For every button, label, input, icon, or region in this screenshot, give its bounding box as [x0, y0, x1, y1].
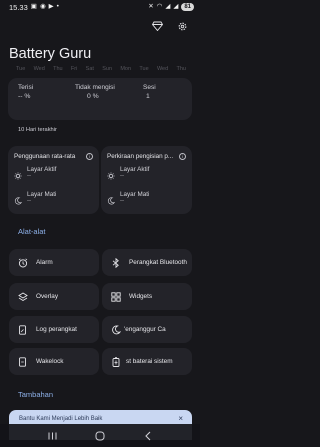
banner-text: Bantu Kami Menjadi Lebih Baik — [19, 416, 103, 422]
chart-day-ticks: Tue Wed Thu Fri Sat Sun Mon Tue Wed Thu — [16, 66, 186, 72]
wifi-icon: ◠ — [156, 2, 163, 10]
home-icon[interactable] — [93, 430, 107, 442]
tool-system-battery-stats[interactable]: st baterai sistem — [102, 348, 192, 375]
period-label: 10 Hari terakhir — [18, 127, 57, 133]
wakelock-icon — [17, 356, 28, 367]
chart-tick-label: Wed — [33, 66, 45, 72]
screen-on-label: Layar Aktif — [27, 166, 57, 173]
moon-icon — [14, 192, 24, 210]
chart-tick-label: Wed — [156, 66, 169, 72]
tool-label: st baterai sistem — [126, 358, 173, 365]
close-icon[interactable]: × — [178, 414, 183, 423]
chart-tick-label: Mon — [120, 66, 132, 72]
not-charging-value: 0 % — [87, 93, 99, 100]
tool-label: Alarm — [36, 259, 53, 266]
more-dot-icon: • — [56, 2, 59, 10]
extra-section-title: Tambahan — [18, 390, 54, 399]
chart-tick-label: Thu — [53, 66, 63, 72]
chart-tick-label: Fri — [70, 66, 78, 72]
charge-estimate-title: Perkiraan pengisian p... — [107, 153, 174, 160]
app-title: Battery Guru — [9, 46, 92, 62]
moon-icon — [107, 192, 117, 210]
signal-icon: ◢ — [165, 2, 171, 10]
tool-device-log[interactable]: Log perangkat — [9, 316, 99, 343]
session-label: Sesi — [143, 84, 156, 91]
sun-icon — [107, 167, 117, 185]
chart-tick-label: Tue — [16, 66, 26, 72]
premium-diamond-icon[interactable] — [149, 18, 165, 34]
tool-label: Perangkat Bluetooth — [129, 259, 187, 266]
screen-off-value: -- — [120, 198, 124, 205]
charged-value: -- % — [18, 93, 31, 100]
tool-label: Widgets — [129, 293, 153, 300]
idle-moon-icon — [110, 324, 121, 335]
sun-icon — [14, 167, 24, 185]
layers-icon — [17, 291, 28, 302]
screen-on-value: -- — [120, 173, 124, 180]
info-icon[interactable]: i — [179, 153, 186, 160]
tool-alarm[interactable]: Alarm — [9, 249, 99, 276]
charge-estimate-card[interactable]: Perkiraan pengisian p... i Layar Aktif -… — [101, 146, 192, 214]
average-usage-card[interactable]: Penggunaan rata-rata i Layar Aktif -- La… — [8, 146, 99, 214]
tools-section-title: Alat-alat — [18, 227, 46, 236]
chart-tick-label: Sun — [102, 66, 113, 72]
not-charging-label: Tidak mengisi — [75, 84, 115, 91]
settings-gear-icon[interactable] — [174, 18, 190, 34]
bluetooth-icon — [110, 257, 121, 268]
mute-icon: ✕ — [148, 2, 154, 10]
session-value: 1 — [146, 93, 150, 100]
chart-tick-label: Tue — [139, 66, 149, 72]
tool-bluetooth[interactable]: Perangkat Bluetooth — [102, 249, 192, 276]
tool-label: 'enganggur Ca — [124, 326, 166, 333]
battery-stats-icon — [110, 356, 121, 367]
tool-idle[interactable]: 'enganggur Ca — [102, 316, 192, 343]
screen-on-value: -- — [27, 173, 31, 180]
average-usage-title: Penggunaan rata-rata — [14, 153, 76, 160]
charged-label: Terisi — [18, 84, 34, 91]
chart-tick-label: Thu — [176, 66, 186, 72]
recent-apps-icon[interactable] — [45, 430, 59, 442]
tool-wakelock[interactable]: Wakelock — [9, 348, 99, 375]
tool-label: Wakelock — [36, 358, 64, 365]
tool-overlay[interactable]: Overlay — [9, 283, 99, 310]
screen-on-label: Layar Aktif — [120, 166, 150, 173]
info-icon[interactable]: i — [86, 153, 93, 160]
tool-widgets[interactable]: Widgets — [102, 283, 192, 310]
status-bar: 15.33 ▣ ◉ ▶ • ✕ ◠ ◢ ◢ 81 — [0, 0, 200, 14]
gallery-icon: ▣ — [30, 2, 37, 10]
chart-tick-label: Sat — [85, 66, 94, 72]
log-icon — [17, 324, 28, 335]
charge-summary-card: Terisi -- % Tidak mengisi 0 % Sesi 1 — [8, 78, 192, 120]
status-time: 15.33 — [9, 2, 28, 12]
screenshot-icon: ◉ — [39, 2, 46, 10]
tool-label: Log perangkat — [36, 326, 77, 333]
alarm-icon — [17, 257, 28, 268]
youtube-icon: ▶ — [48, 2, 54, 10]
back-icon[interactable] — [141, 430, 155, 442]
screen-off-label: Layar Mati — [27, 191, 57, 198]
signal-icon-2: ◢ — [173, 2, 179, 10]
battery-indicator: 81 — [181, 3, 194, 11]
screen-off-value: -- — [27, 198, 31, 205]
top-actions — [149, 18, 190, 34]
screen-off-label: Layar Mati — [120, 191, 150, 198]
tool-label: Overlay — [36, 293, 59, 300]
widgets-icon — [110, 291, 121, 302]
system-navigation-bar — [0, 424, 200, 447]
